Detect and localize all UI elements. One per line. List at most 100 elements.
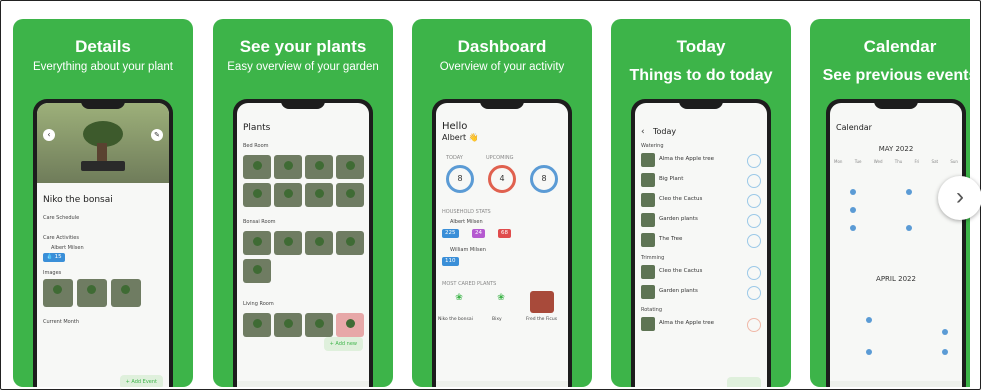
- care-activities-label: Care Activities: [43, 235, 79, 241]
- card-subtitle: Easy overview of your garden: [227, 61, 379, 73]
- upcoming-label: UPCOMING: [486, 155, 514, 161]
- plant-thumb[interactable]: [336, 231, 364, 255]
- phone-screen: ‹ Today Watering Alma the Apple tree Big…: [635, 103, 767, 387]
- card-title: Dashboard: [457, 37, 547, 56]
- plant-thumb[interactable]: [305, 313, 333, 337]
- phone-mockup: ‹ Today Watering Alma the Apple tree Big…: [631, 99, 771, 387]
- card-dashboard[interactable]: Dashboard Overview of your activity Hell…: [412, 19, 592, 387]
- stats-user2: William Milsen: [450, 247, 486, 253]
- plant-thumb[interactable]: [336, 183, 364, 207]
- plant-thumb[interactable]: [336, 155, 364, 179]
- phone-screen: Calendar MAY 2022 Mon Tue Wed Thu Fri Sat Sun …: [830, 103, 962, 387]
- household-stats-label: HOUSEHOLD STATS: [442, 209, 491, 215]
- plant-thumb[interactable]: [274, 183, 302, 207]
- card-title: See your plants: [239, 37, 367, 56]
- add-new-button[interactable]: + Add new: [323, 337, 363, 351]
- activity-count-chip: 💧 15: [43, 253, 65, 262]
- image-thumb[interactable]: [77, 279, 107, 307]
- plant-thumb[interactable]: [274, 313, 302, 337]
- event-dot[interactable]: [850, 207, 856, 213]
- task-row[interactable]: Garden plants: [641, 285, 761, 301]
- upcoming-ring[interactable]: 4: [488, 165, 516, 193]
- phone-mockup: Plants Bed Room Bonsai Room Living Room …: [233, 99, 373, 387]
- chevron-right-icon: ›: [956, 183, 964, 210]
- plant-name: Bixy: [492, 317, 502, 322]
- screen-header: Plants: [243, 123, 271, 133]
- plant-hero-image: ‹ ✎: [37, 103, 169, 183]
- card-title: Calendar: [863, 37, 937, 56]
- today-label: TODAY: [446, 155, 463, 161]
- stat-chip: 24: [472, 229, 485, 238]
- plant-thumb[interactable]: [274, 155, 302, 179]
- stat-chip: 68: [498, 229, 511, 238]
- today-ring[interactable]: 8: [446, 165, 474, 193]
- plant-name: Niko the bonsai: [43, 195, 113, 205]
- card-see-your-plants[interactable]: See your plants Easy overview of your ga…: [213, 19, 393, 387]
- month-title: APRIL 2022: [876, 275, 916, 283]
- plant-thumb[interactable]: [336, 313, 364, 337]
- phone-screen: Hello Albert 👋 TODAY UPCOMING 8 4 8 HOUS…: [436, 103, 568, 387]
- current-month-label: Current Month: [43, 319, 80, 325]
- event-dot[interactable]: [850, 189, 856, 195]
- card-details[interactable]: Details Everything about your plant ‹ ✎ …: [13, 19, 193, 387]
- event-dot[interactable]: [866, 317, 872, 323]
- stat-chip: 110: [442, 257, 459, 266]
- plant-thumb[interactable]: [243, 259, 271, 283]
- next-screenshot-button[interactable]: ›: [938, 176, 981, 220]
- stats-user1: Albert Milsen: [450, 219, 483, 225]
- plant-thumb[interactable]: [243, 313, 271, 337]
- watering-label: Watering: [641, 143, 664, 149]
- phone-screen: Plants Bed Room Bonsai Room Living Room …: [237, 103, 369, 387]
- task-row[interactable]: Cleo the Cactus: [641, 265, 761, 281]
- overdue-ring[interactable]: 8: [530, 165, 558, 193]
- event-dot[interactable]: [906, 225, 912, 231]
- back-icon[interactable]: ‹: [43, 129, 55, 141]
- care-schedule-label: Care Schedule: [43, 215, 80, 221]
- event-dot[interactable]: [906, 189, 912, 195]
- plant-name: Niko the bonsai: [438, 317, 473, 322]
- plant-card[interactable]: [530, 291, 554, 313]
- task-row[interactable]: The Tree: [641, 233, 761, 249]
- event-dot[interactable]: [942, 329, 948, 335]
- card-subtitle: Everything about your plant: [32, 61, 173, 73]
- images-label: Images: [43, 270, 62, 276]
- card-subtitle: See previous events: [822, 67, 970, 84]
- bottom-nav[interactable]: [237, 381, 369, 387]
- weekday-row: Mon Tue Wed Thu Fri Sat Sun: [834, 159, 958, 164]
- plant-thumb[interactable]: [274, 231, 302, 255]
- rotating-label: Rotating: [641, 307, 663, 313]
- edit-icon[interactable]: ✎: [151, 129, 163, 141]
- plant-thumb[interactable]: [243, 183, 271, 207]
- task-row[interactable]: Alma the Apple tree: [641, 317, 761, 333]
- bottom-nav[interactable]: [436, 381, 568, 387]
- card-title: Today: [676, 37, 726, 56]
- phone-mockup: ‹ ✎ Niko the bonsai Care Schedule Care A…: [33, 99, 173, 387]
- plant-card[interactable]: ❀: [444, 293, 474, 313]
- card-subtitle: Overview of your activity: [439, 61, 565, 73]
- image-thumb[interactable]: [43, 279, 73, 307]
- user-name: Albert Milsen: [51, 245, 84, 251]
- task-row[interactable]: Alma the Apple tree: [641, 153, 761, 169]
- plant-thumb[interactable]: [305, 155, 333, 179]
- task-row[interactable]: Garden plants: [641, 213, 761, 229]
- plant-thumb[interactable]: [243, 231, 271, 255]
- bottom-nav[interactable]: [830, 381, 962, 387]
- screen-header: Today: [653, 127, 677, 136]
- plant-thumb[interactable]: [305, 183, 333, 207]
- event-dot[interactable]: [850, 225, 856, 231]
- task-row[interactable]: Cleo the Cactus: [641, 193, 761, 209]
- most-cared-label: MOST CARED PLANTS: [442, 281, 497, 287]
- add-event-button[interactable]: + Add Event: [119, 375, 163, 387]
- card-today[interactable]: Today Things to do today ‹ Today Waterin…: [611, 19, 791, 387]
- image-thumb[interactable]: [111, 279, 141, 307]
- event-dot[interactable]: [866, 349, 872, 355]
- event-dot[interactable]: [942, 349, 948, 355]
- back-icon[interactable]: ‹: [641, 127, 645, 137]
- plant-card[interactable]: ❀: [486, 293, 516, 313]
- task-row[interactable]: Big Plant: [641, 173, 761, 189]
- plant-thumb[interactable]: [243, 155, 271, 179]
- card-title: Details: [75, 37, 131, 56]
- done-button[interactable]: [727, 377, 761, 387]
- plant-thumb[interactable]: [305, 231, 333, 255]
- section-label: Living Room: [243, 301, 274, 307]
